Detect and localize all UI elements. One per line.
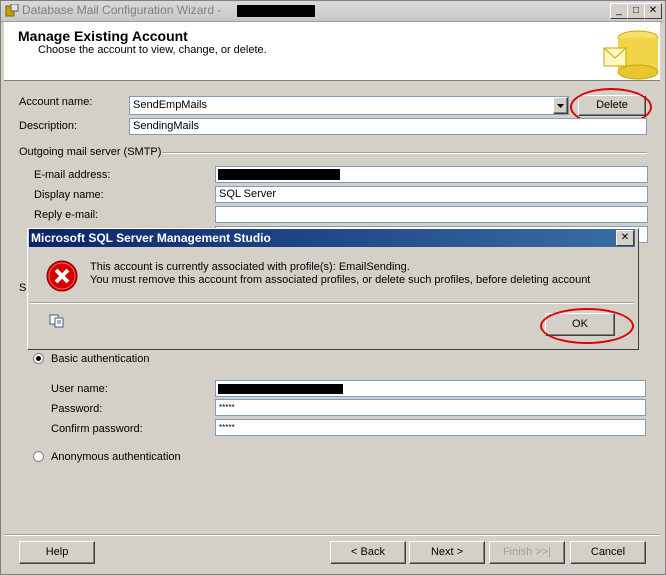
username-label: User name: (51, 383, 108, 395)
confirm-password-label: Confirm password: (51, 423, 143, 435)
help-button[interactable]: Help (19, 541, 95, 564)
footer-divider (4, 534, 660, 536)
redacted-username (218, 384, 343, 394)
password-label: Password: (51, 403, 103, 415)
back-button[interactable]: < Back (330, 541, 406, 564)
display-name-label: Display name: (34, 189, 104, 201)
basic-auth-label[interactable]: Basic authentication (51, 353, 149, 365)
copy-icon[interactable] (49, 314, 65, 328)
close-button[interactable]: ✕ (644, 3, 662, 19)
dialog-title: Microsoft SQL Server Management Studio (31, 231, 271, 245)
chevron-down-icon (557, 104, 564, 108)
dialog-message-line2: You must remove this account from associ… (90, 274, 591, 286)
error-x-icon (46, 260, 78, 292)
smtp-group-line (162, 152, 647, 154)
dialog-divider (30, 302, 634, 304)
smtp-group-label: Outgoing mail server (SMTP) (19, 146, 162, 158)
page-subtitle: Choose the account to view, change, or d… (38, 44, 267, 56)
email-field[interactable] (215, 166, 648, 183)
reply-email-label: Reply e-mail: (34, 209, 99, 221)
display-name-field[interactable]: SQL Server (215, 186, 648, 203)
finish-button: Finish >>| (489, 541, 565, 564)
dialog-message-line1: This account is currently associated wit… (90, 261, 410, 273)
maximize-button[interactable]: □ (627, 3, 645, 19)
minimize-button[interactable]: _ (610, 3, 628, 19)
account-name-label: Account name: (19, 96, 93, 108)
password-field[interactable]: ***** (215, 399, 646, 416)
next-button[interactable]: Next > (409, 541, 485, 564)
basic-auth-radio[interactable] (33, 353, 44, 364)
reply-email-field[interactable] (215, 206, 648, 223)
account-name-value: SendEmpMails (133, 99, 207, 111)
description-label: Description: (19, 120, 78, 132)
email-label: E-mail address: (34, 169, 111, 181)
auth-section-label: S (19, 282, 27, 294)
username-field[interactable] (215, 380, 646, 397)
cancel-button[interactable]: Cancel (570, 541, 646, 564)
redacted-email (218, 169, 340, 180)
window-title: Database Mail Configuration Wizard - (22, 3, 222, 17)
dropdown-arrow-button[interactable] (553, 97, 568, 114)
ok-highlight-ring (540, 308, 634, 344)
anonymous-auth-radio[interactable] (33, 451, 44, 462)
anonymous-auth-label[interactable]: Anonymous authentication (51, 451, 181, 463)
account-name-dropdown[interactable]: SendEmpMails (129, 96, 569, 115)
page-title: Manage Existing Account (18, 28, 188, 44)
confirm-password-field[interactable]: ***** (215, 419, 646, 436)
database-mail-icon (600, 24, 660, 80)
redacted-title (237, 5, 315, 17)
app-icon (5, 3, 19, 17)
description-field[interactable]: SendingMails (129, 118, 647, 135)
dialog-close-button[interactable]: ✕ (616, 230, 634, 246)
